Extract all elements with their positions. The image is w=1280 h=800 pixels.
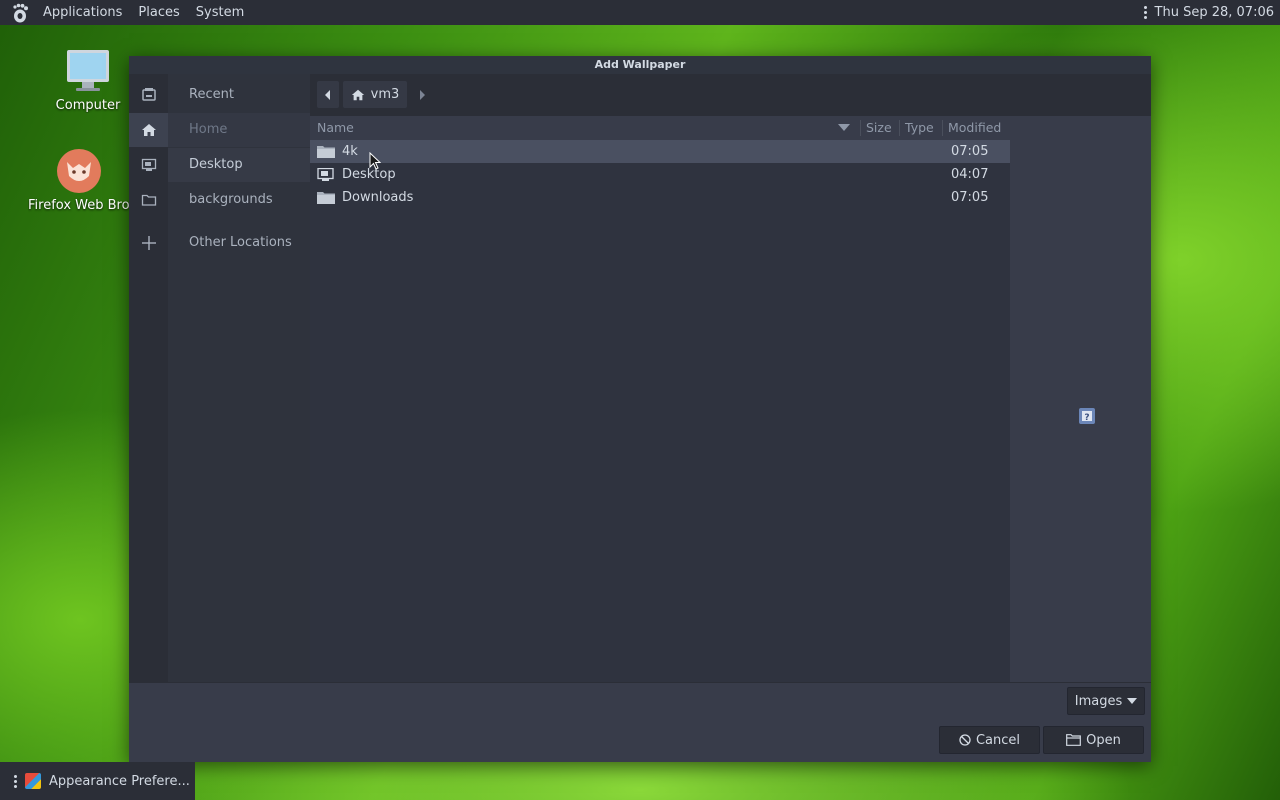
file-row-4k[interactable]: 4k 07:05 xyxy=(310,140,1010,163)
file-modified: 07:05 xyxy=(951,144,989,159)
preview-pane: ? xyxy=(1010,116,1151,682)
file-modified: 04:07 xyxy=(951,167,989,182)
desktop-icon-firefox-label: Firefox Web Brov xyxy=(28,198,130,213)
taskbar-handle-icon[interactable] xyxy=(14,774,17,788)
sidebar-item-backgrounds[interactable]: backgrounds xyxy=(168,183,310,217)
column-modified[interactable]: Modified xyxy=(948,116,1001,140)
recent-icon[interactable] xyxy=(129,78,168,112)
cancel-button[interactable]: Cancel xyxy=(939,726,1040,754)
menu-places[interactable]: Places xyxy=(130,0,187,25)
sidebar-item-desktop[interactable]: Desktop xyxy=(168,148,310,182)
taskbar-item-appearance[interactable]: Appearance Prefere... xyxy=(0,762,195,800)
menu-system[interactable]: System xyxy=(188,0,252,25)
open-button[interactable]: Open xyxy=(1043,726,1144,754)
appearance-app-icon xyxy=(25,773,41,789)
menu-applications[interactable]: Applications xyxy=(35,0,130,25)
file-modified: 07:05 xyxy=(951,190,989,205)
desktop-folder-icon xyxy=(317,168,334,181)
desktop-icon[interactable] xyxy=(129,148,168,182)
open-folder-icon xyxy=(1066,734,1082,746)
chevron-right-icon xyxy=(420,89,425,100)
file-filter-dropdown[interactable]: Images xyxy=(1067,687,1145,715)
file-list[interactable]: Name Size Type Modified 4k 07:05 Desktop… xyxy=(310,116,1010,682)
path-forward-button[interactable] xyxy=(411,81,433,108)
top-panel: Applications Places System Thu Sep 28, 0… xyxy=(0,0,1280,25)
folder-icon xyxy=(317,146,335,158)
file-row-downloads[interactable]: Downloads 07:05 xyxy=(310,186,1010,209)
firefox-icon xyxy=(57,149,101,193)
folder-icon xyxy=(317,192,335,204)
folder-icon[interactable] xyxy=(129,183,168,217)
sidebar-icon-column xyxy=(129,74,168,682)
home-icon[interactable] xyxy=(129,113,168,147)
sidebar-item-recent[interactable]: Recent xyxy=(168,78,310,112)
cancel-label: Cancel xyxy=(975,732,1021,748)
path-segment-home[interactable]: vm3 xyxy=(343,81,407,108)
clock[interactable]: Thu Sep 28, 07:06 xyxy=(1155,5,1274,20)
dialog-footer: Images Cancel Open xyxy=(129,682,1151,762)
file-name: Downloads xyxy=(342,190,414,205)
column-name[interactable]: Name xyxy=(317,116,354,140)
cancel-icon xyxy=(959,734,971,746)
dialog-title: Add Wallpaper xyxy=(129,56,1151,74)
places-sidebar: Recent Home Desktop backgrounds Other Lo… xyxy=(168,74,310,682)
sort-down-icon[interactable] xyxy=(838,124,850,132)
home-icon xyxy=(351,89,364,100)
plus-icon[interactable] xyxy=(129,226,168,260)
gnome-foot-icon[interactable] xyxy=(9,2,31,24)
taskbar-item-label: Appearance Prefere... xyxy=(49,773,190,789)
path-bar: vm3 xyxy=(310,74,1151,116)
path-segment-label: vm3 xyxy=(370,87,400,102)
sidebar-item-home[interactable]: Home xyxy=(168,113,310,147)
mouse-pointer-icon xyxy=(369,152,381,170)
unknown-preview-icon: ? xyxy=(1079,408,1095,424)
computer-icon xyxy=(67,50,109,91)
column-header: Name Size Type Modified xyxy=(310,116,1010,140)
sidebar-item-other-locations[interactable]: Other Locations xyxy=(168,226,310,260)
add-wallpaper-dialog: Add Wallpaper Recent Home Desktop backgr… xyxy=(129,56,1151,762)
open-label: Open xyxy=(1086,732,1121,748)
file-filter-label: Images xyxy=(1074,693,1123,709)
file-row-desktop[interactable]: Desktop 04:07 xyxy=(310,163,1010,186)
column-type[interactable]: Type xyxy=(905,116,934,140)
chevron-down-icon xyxy=(1127,697,1138,704)
desktop-icon-firefox[interactable]: Firefox Web Brov xyxy=(28,148,130,213)
path-back-button[interactable] xyxy=(317,81,339,108)
chevron-left-icon xyxy=(325,89,330,100)
bottom-taskbar: Appearance Prefere... xyxy=(0,762,1280,800)
svg-text:?: ? xyxy=(1084,413,1089,423)
column-size[interactable]: Size xyxy=(866,116,892,140)
file-name: 4k xyxy=(342,144,358,159)
panel-handle-icon[interactable] xyxy=(1143,6,1147,19)
